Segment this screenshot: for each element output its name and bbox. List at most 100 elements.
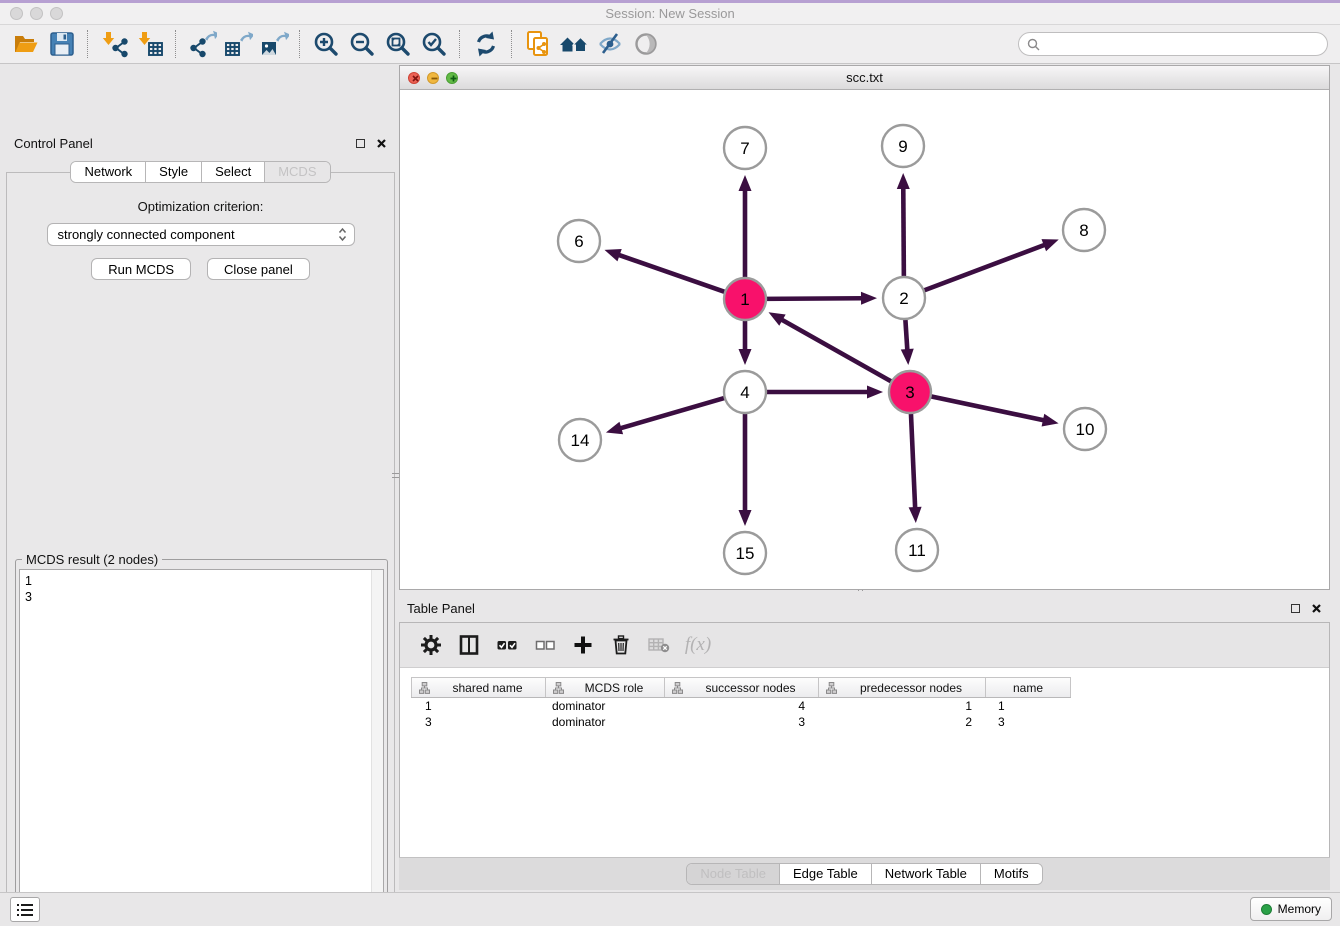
cell-name: 3 (986, 715, 1071, 729)
import-table-button[interactable] (132, 27, 168, 61)
graph-edge-2-8[interactable] (922, 244, 1046, 291)
graph-node-3[interactable]: 3 (889, 371, 931, 413)
graph-node-8[interactable]: 8 (1063, 209, 1105, 251)
table-panel-title: Table Panel (407, 601, 475, 616)
select-all-icon (496, 634, 518, 656)
float-panel-icon[interactable] (1291, 604, 1300, 613)
graph-node-2[interactable]: 2 (883, 277, 925, 319)
zoom-selected-button[interactable] (416, 27, 452, 61)
tab-style[interactable]: Style (145, 162, 201, 182)
table-toolbar: f(x) (400, 623, 1329, 668)
search-input[interactable] (1045, 36, 1319, 52)
copy-network-button[interactable] (520, 27, 556, 61)
cell-predecessor-nodes: 2 (819, 715, 986, 729)
import-network-icon (99, 29, 129, 59)
mcds-panel: Optimization criterion: strongly connect… (6, 172, 395, 926)
refresh-view-button[interactable] (468, 27, 504, 61)
column-type-icon (826, 682, 837, 694)
graph-edge-3-1[interactable] (781, 319, 894, 383)
graph-node-11[interactable]: 11 (896, 529, 938, 571)
network-zoom-button[interactable] (446, 72, 458, 84)
tab-network-table[interactable]: Network Table (871, 864, 980, 884)
table-options-button[interactable] (416, 630, 446, 660)
tab-edge-table[interactable]: Edge Table (779, 864, 871, 884)
close-panel-icon[interactable] (1311, 603, 1322, 614)
column-header-name[interactable]: name (986, 678, 1071, 697)
network-window-titlebar: scc.txt (400, 66, 1329, 90)
show-all-button[interactable] (628, 27, 664, 61)
graph-edge-2-3[interactable] (905, 317, 907, 351)
application-window: Session: New Session (0, 0, 1340, 926)
columns-icon (458, 634, 480, 656)
table-panel-header: Table Panel (399, 597, 1330, 619)
mcds-result-textarea[interactable]: 1 3 (19, 569, 384, 926)
close-panel-button[interactable]: Close panel (207, 258, 310, 280)
graph-edge-arrow-4-3 (867, 386, 883, 399)
column-header-successor-nodes[interactable]: successor nodes (665, 678, 819, 697)
export-image-button[interactable] (256, 27, 292, 61)
import-network-button[interactable] (96, 27, 132, 61)
table-panel: Table Panel (399, 597, 1330, 890)
search-field[interactable] (1018, 32, 1328, 56)
export-table-button[interactable] (220, 27, 256, 61)
graph-edge-3-10[interactable] (929, 396, 1045, 421)
graph-edge-1-2[interactable] (764, 298, 863, 299)
delete-rows-button[interactable] (606, 630, 636, 660)
tab-mcds[interactable]: MCDS (264, 162, 329, 182)
graph-node-9[interactable]: 9 (882, 125, 924, 167)
apply-function-button[interactable]: f(x) (682, 630, 712, 660)
graph-node-10[interactable]: 10 (1064, 408, 1106, 450)
run-mcds-button[interactable]: Run MCDS (91, 258, 191, 280)
zoom-out-button[interactable] (344, 27, 380, 61)
graph-node-4[interactable]: 4 (724, 371, 766, 413)
save-session-button[interactable] (44, 27, 80, 61)
first-neighbors-button[interactable] (556, 27, 592, 61)
delete-columns-button[interactable] (644, 630, 674, 660)
tab-select[interactable]: Select (201, 162, 264, 182)
gear-icon (419, 633, 443, 657)
select-all-rows-button[interactable] (492, 630, 522, 660)
column-header-mcds-role[interactable]: MCDS role (546, 678, 665, 697)
graph-node-6[interactable]: 6 (558, 220, 600, 262)
graph-node-14[interactable]: 14 (559, 419, 601, 461)
mcds-result-line: 3 (20, 589, 383, 605)
task-history-button[interactable] (10, 897, 40, 922)
table-row[interactable]: 1 dominator 4 1 1 (411, 698, 1071, 714)
cell-shared-name: 3 (411, 715, 546, 729)
deselect-all-rows-button[interactable] (530, 630, 560, 660)
zoom-fit-button[interactable] (380, 27, 416, 61)
graph-node-1[interactable]: 1 (724, 278, 766, 320)
graph-edge-arrow-3-10 (1042, 414, 1059, 427)
close-panel-icon[interactable] (376, 138, 387, 149)
graph-node-15[interactable]: 15 (724, 532, 766, 574)
network-canvas[interactable]: 7 9 6 8 1 2 4 3 14 10 15 11 (400, 90, 1329, 590)
graph-edge-4-14[interactable] (619, 397, 726, 428)
memory-button[interactable]: Memory (1250, 897, 1332, 921)
column-header-predecessor-nodes[interactable]: predecessor nodes (819, 678, 986, 697)
add-row-button[interactable] (568, 630, 598, 660)
graph-edge-3-11[interactable] (911, 411, 915, 509)
export-network-button[interactable] (184, 27, 220, 61)
table-row[interactable]: 3 dominator 3 2 3 (411, 714, 1071, 730)
network-minimize-button[interactable] (427, 72, 439, 84)
network-close-button[interactable] (408, 72, 420, 84)
open-file-button[interactable] (8, 27, 44, 61)
graph-edge-1-6[interactable] (618, 255, 727, 293)
tab-motifs[interactable]: Motifs (980, 864, 1042, 884)
main-area: Control Panel Network Style Select MCDS … (0, 64, 1340, 892)
zoom-in-button[interactable] (308, 27, 344, 61)
cell-mcds-role: dominator (546, 715, 665, 729)
column-type-icon (553, 682, 564, 694)
toolbar-separator (299, 30, 301, 58)
tab-node-table[interactable]: Node Table (687, 864, 779, 884)
mcds-result-title: MCDS result (2 nodes) (22, 552, 162, 567)
hide-selected-button[interactable] (592, 27, 628, 61)
result-scrollbar[interactable] (371, 570, 383, 926)
graph-node-7[interactable]: 7 (724, 127, 766, 169)
float-panel-icon[interactable] (356, 139, 365, 148)
criterion-dropdown[interactable]: strongly connected component (47, 223, 355, 246)
graph-edge-2-9[interactable] (903, 187, 904, 279)
column-header-shared-name[interactable]: shared name (411, 678, 546, 697)
tab-network[interactable]: Network (71, 162, 145, 182)
show-columns-button[interactable] (454, 630, 484, 660)
